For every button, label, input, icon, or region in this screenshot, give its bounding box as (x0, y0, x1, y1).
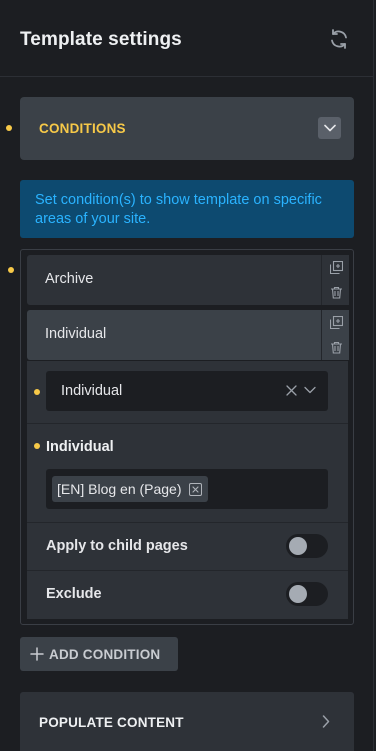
apply-child-pages-label: Apply to child pages (46, 538, 188, 554)
divider (27, 423, 348, 424)
conditions-accordion-header[interactable]: CONDITIONS (20, 97, 354, 160)
divider (27, 522, 348, 523)
condition-label: Individual (45, 326, 107, 342)
toggle-knob (289, 585, 307, 603)
panel-header: Template settings (0, 0, 374, 77)
add-condition-label: ADD CONDITION (49, 647, 161, 662)
modified-indicator-dot (8, 267, 14, 273)
add-condition-button[interactable]: ADD CONDITION (20, 637, 178, 671)
divider (27, 570, 348, 571)
panel-title: Template settings (20, 29, 182, 50)
chevron-down-icon (323, 124, 336, 132)
select-value: Individual (61, 383, 123, 399)
condition-type-select[interactable]: Individual (46, 371, 328, 411)
populate-content-accordion-header[interactable]: POPULATE CONTENT (20, 692, 354, 751)
plus-icon (30, 647, 44, 661)
trash-icon[interactable] (330, 341, 343, 354)
condition-label: Archive (45, 271, 94, 287)
tag-label: [EN] Blog en (Page) (57, 481, 182, 497)
duplicate-icon[interactable] (330, 316, 343, 329)
conditions-title: CONDITIONS (39, 121, 126, 136)
exclude-toggle[interactable] (286, 582, 328, 606)
chevron-right-icon (322, 715, 330, 728)
condition-actions (321, 310, 349, 360)
apply-child-pages-toggle[interactable] (286, 534, 328, 558)
condition-row-archive[interactable]: Archive (27, 255, 321, 305)
toggle-knob (289, 537, 307, 555)
refresh-icon[interactable] (328, 28, 350, 50)
exclude-label: Exclude (46, 586, 102, 602)
individual-items-select[interactable]: [EN] Blog en (Page) (46, 469, 328, 509)
selected-item-tag: [EN] Blog en (Page) (52, 476, 208, 502)
modified-indicator-dot (6, 125, 12, 131)
populate-content-title: POPULATE CONTENT (39, 715, 184, 730)
trash-icon[interactable] (330, 286, 343, 299)
chevron-down-icon[interactable] (304, 386, 316, 394)
duplicate-icon[interactable] (330, 261, 343, 274)
collapse-button[interactable] (318, 117, 341, 139)
conditions-info-notice: Set condition(s) to show template on spe… (20, 180, 354, 238)
modified-indicator-dot (34, 443, 40, 449)
condition-actions (321, 255, 349, 305)
modified-indicator-dot (34, 389, 40, 395)
close-icon (191, 486, 199, 493)
condition-row-individual[interactable]: Individual (27, 310, 321, 360)
template-settings-panel: Template settings CONDITIONS Set conditi… (0, 0, 374, 751)
close-icon[interactable] (286, 385, 297, 396)
remove-tag-button[interactable] (188, 483, 202, 496)
individual-field-label: Individual (46, 439, 114, 455)
